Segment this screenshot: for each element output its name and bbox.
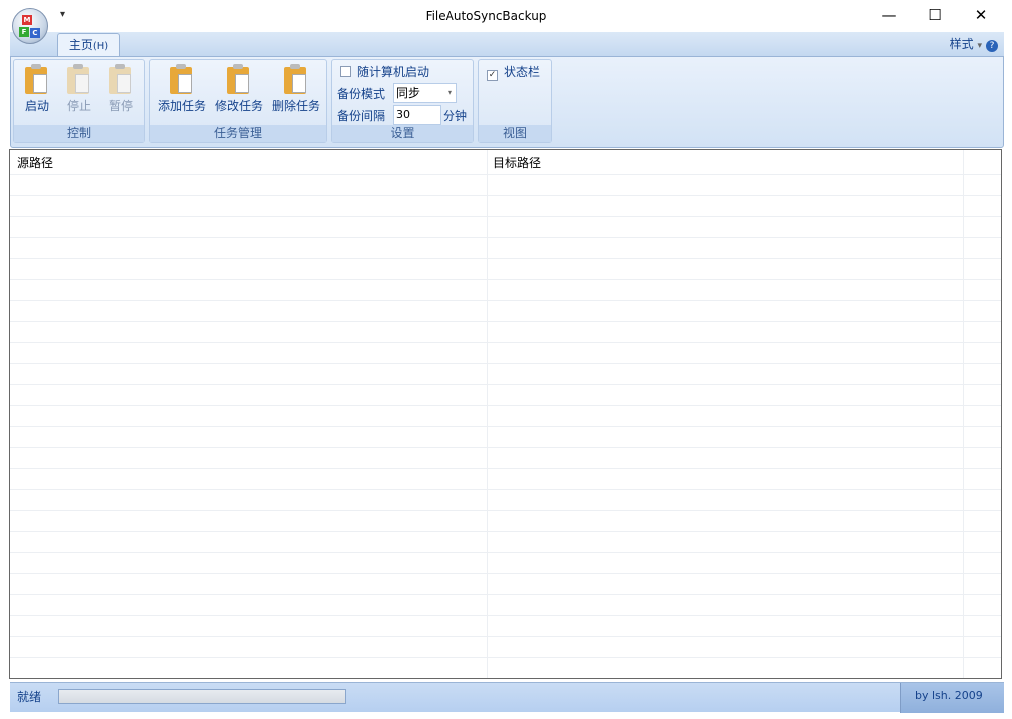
table-row-line bbox=[10, 279, 1001, 280]
table-row-line bbox=[10, 531, 1001, 532]
logo-letter: M bbox=[22, 15, 32, 25]
column-divider bbox=[487, 150, 488, 678]
table-row-line bbox=[10, 468, 1001, 469]
table-row-line bbox=[10, 321, 1001, 322]
table-row-line bbox=[10, 216, 1001, 217]
add-task-button[interactable]: 添加任务 bbox=[153, 64, 211, 114]
table-row-line bbox=[10, 426, 1001, 427]
pause-button[interactable]: 暂停 bbox=[102, 64, 140, 114]
table-row-line bbox=[10, 552, 1001, 553]
button-label: 删除任务 bbox=[271, 99, 320, 113]
clipboard-icon bbox=[284, 64, 308, 94]
table-row-line bbox=[10, 258, 1001, 259]
group-label: 任务管理 bbox=[150, 125, 326, 142]
interval-input[interactable]: 30 bbox=[393, 105, 441, 125]
table-row-line bbox=[10, 174, 1001, 175]
column-header-source[interactable]: 源路径 bbox=[17, 154, 53, 171]
button-label: 添加任务 bbox=[157, 99, 206, 113]
column-divider bbox=[963, 150, 964, 678]
mode-select[interactable]: 同步 ▾ bbox=[393, 83, 457, 103]
start-button[interactable]: 启动 bbox=[18, 64, 56, 114]
chevron-down-icon: ▾ bbox=[447, 88, 452, 97]
stop-button[interactable]: 停止 bbox=[60, 64, 98, 114]
group-control: 启动 停止 暂停 控制 bbox=[13, 59, 145, 143]
clipboard-icon bbox=[25, 64, 49, 94]
checkbox-checked-icon: ✓ bbox=[487, 70, 498, 81]
checkbox-label: 随计算机启动 bbox=[357, 65, 430, 79]
style-menu[interactable]: 样式 ▾? bbox=[950, 35, 998, 52]
table-row-line bbox=[10, 447, 1001, 448]
delete-task-button[interactable]: 删除任务 bbox=[267, 64, 325, 114]
table-row-line bbox=[10, 594, 1001, 595]
table-row-line bbox=[10, 510, 1001, 511]
table-row-line bbox=[10, 237, 1001, 238]
table-row-line bbox=[10, 363, 1001, 364]
progress-bar bbox=[58, 689, 346, 704]
logo-letter: F bbox=[19, 27, 29, 37]
minimize-button[interactable]: — bbox=[866, 4, 912, 28]
app-menu-button[interactable]: M F C bbox=[12, 8, 48, 44]
table-row-line bbox=[10, 636, 1001, 637]
credit-label: by lsh. 2009 bbox=[900, 683, 1004, 713]
table-row-line bbox=[10, 195, 1001, 196]
status-bar: 就绪 by lsh. 2009 bbox=[10, 682, 1004, 713]
button-label: 暂停 bbox=[108, 99, 133, 113]
close-button[interactable]: ✕ bbox=[958, 4, 1004, 28]
table-row-line bbox=[10, 678, 1001, 679]
table-row-line bbox=[10, 405, 1001, 406]
column-header-target[interactable]: 目标路径 bbox=[493, 154, 541, 171]
group-label: 视图 bbox=[479, 125, 551, 142]
clipboard-icon bbox=[170, 64, 194, 94]
table-row-line bbox=[10, 657, 1001, 658]
tab-home[interactable]: 主页(H) bbox=[57, 33, 120, 57]
table-row-line bbox=[10, 615, 1001, 616]
button-label: 修改任务 bbox=[214, 99, 263, 113]
chevron-down-icon: ▾ bbox=[977, 41, 982, 51]
tab-label: 主页 bbox=[68, 38, 93, 52]
statusbar-checkbox[interactable]: ✓ 状态栏 bbox=[487, 63, 540, 81]
logo-letter: C bbox=[30, 28, 40, 38]
clipboard-icon bbox=[67, 64, 91, 94]
table-row-line bbox=[10, 342, 1001, 343]
button-label: 启动 bbox=[24, 99, 49, 113]
table-row-line bbox=[10, 489, 1001, 490]
table-row-line bbox=[10, 384, 1001, 385]
tab-shortcut: (H) bbox=[92, 41, 109, 52]
button-label: 停止 bbox=[66, 99, 91, 113]
style-label: 样式 bbox=[949, 37, 974, 51]
mode-value: 同步 bbox=[396, 86, 421, 100]
help-icon[interactable]: ? bbox=[986, 40, 998, 52]
interval-label: 备份间隔 bbox=[337, 109, 386, 123]
window-title: FileAutoSyncBackup bbox=[425, 9, 547, 23]
autostart-checkbox[interactable]: 随计算机启动 bbox=[340, 63, 429, 80]
group-view: ✓ 状态栏 视图 bbox=[478, 59, 552, 143]
table-row-line bbox=[10, 300, 1001, 301]
ribbon-tab-strip bbox=[10, 32, 1004, 56]
clipboard-icon bbox=[227, 64, 251, 94]
edit-task-button[interactable]: 修改任务 bbox=[210, 64, 268, 114]
mode-label: 备份模式 bbox=[337, 87, 386, 101]
group-label: 设置 bbox=[332, 125, 473, 142]
checkbox-label: 状态栏 bbox=[504, 65, 541, 79]
interval-unit: 分钟 bbox=[443, 109, 468, 123]
status-text: 就绪 bbox=[17, 690, 42, 704]
table-row-line bbox=[10, 573, 1001, 574]
group-task: 添加任务 修改任务 删除任务 任务管理 bbox=[149, 59, 327, 143]
checkbox-icon bbox=[340, 66, 351, 77]
group-settings: 随计算机启动 备份模式 同步 ▾ 备份间隔 30 分钟 设置 bbox=[331, 59, 474, 143]
task-table[interactable]: 源路径 目标路径 bbox=[9, 149, 1002, 679]
clipboard-icon bbox=[109, 64, 133, 94]
group-label: 控制 bbox=[14, 125, 144, 142]
maximize-button[interactable]: ☐ bbox=[912, 4, 958, 28]
